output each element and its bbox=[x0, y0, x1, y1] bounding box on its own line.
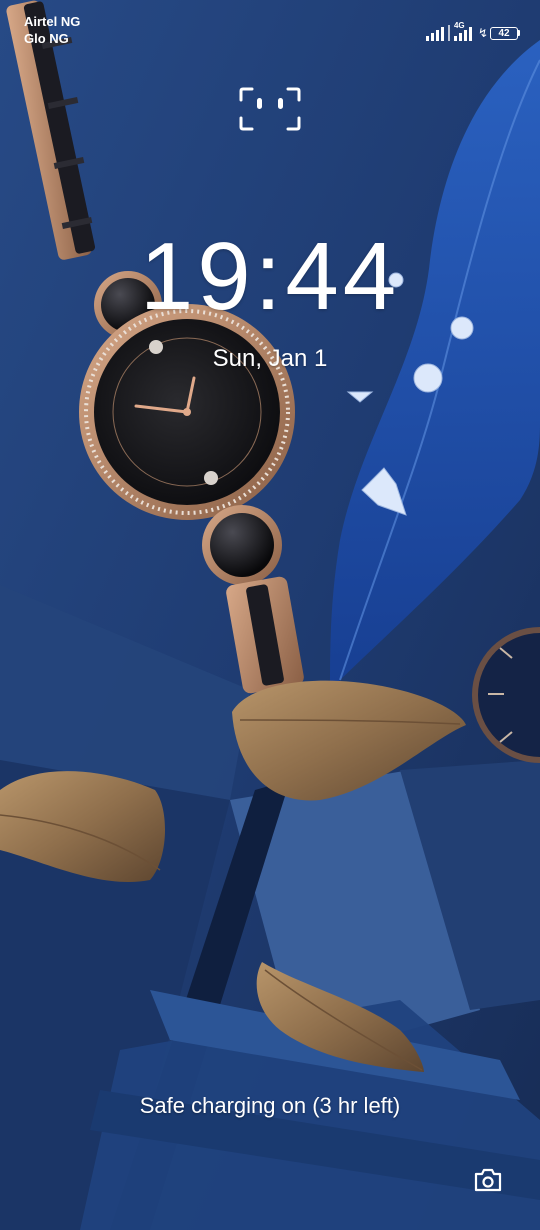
signal-icon bbox=[425, 25, 450, 41]
network-type: 4G bbox=[453, 21, 472, 41]
battery-level: 42 bbox=[498, 27, 510, 39]
status-icons: 4G ↯ 42 bbox=[425, 17, 520, 41]
face-unlock-icon[interactable] bbox=[238, 86, 302, 132]
battery-tip bbox=[518, 30, 520, 36]
charging-status-text: Safe charging on (3 hr left) bbox=[139, 1093, 401, 1118]
camera-shortcut-button[interactable] bbox=[468, 1160, 508, 1200]
status-bar: Airtel NG Glo NG 4G ↯ 42 bbox=[0, 0, 540, 56]
lock-screen-clock: 19:44 bbox=[139, 223, 401, 330]
battery-indicator: ↯ 42 bbox=[478, 25, 520, 41]
lightning-bolt-icon: ↯ bbox=[477, 26, 488, 40]
carrier-2-label: Glo NG bbox=[24, 31, 69, 46]
wallpaper-image bbox=[0, 0, 540, 1230]
carrier-names: Airtel NG Glo NG bbox=[24, 13, 80, 47]
lock-screen-date: Sun, Jan 1 bbox=[212, 345, 328, 372]
lock-screen: Airtel NG Glo NG 4G ↯ 42 19:44 Sun, Jan … bbox=[0, 0, 540, 1230]
network-type-label: 4G bbox=[453, 21, 465, 30]
camera-icon bbox=[474, 1168, 502, 1192]
carrier-1-label: Airtel NG bbox=[24, 14, 81, 29]
battery-icon: 42 bbox=[490, 26, 518, 40]
